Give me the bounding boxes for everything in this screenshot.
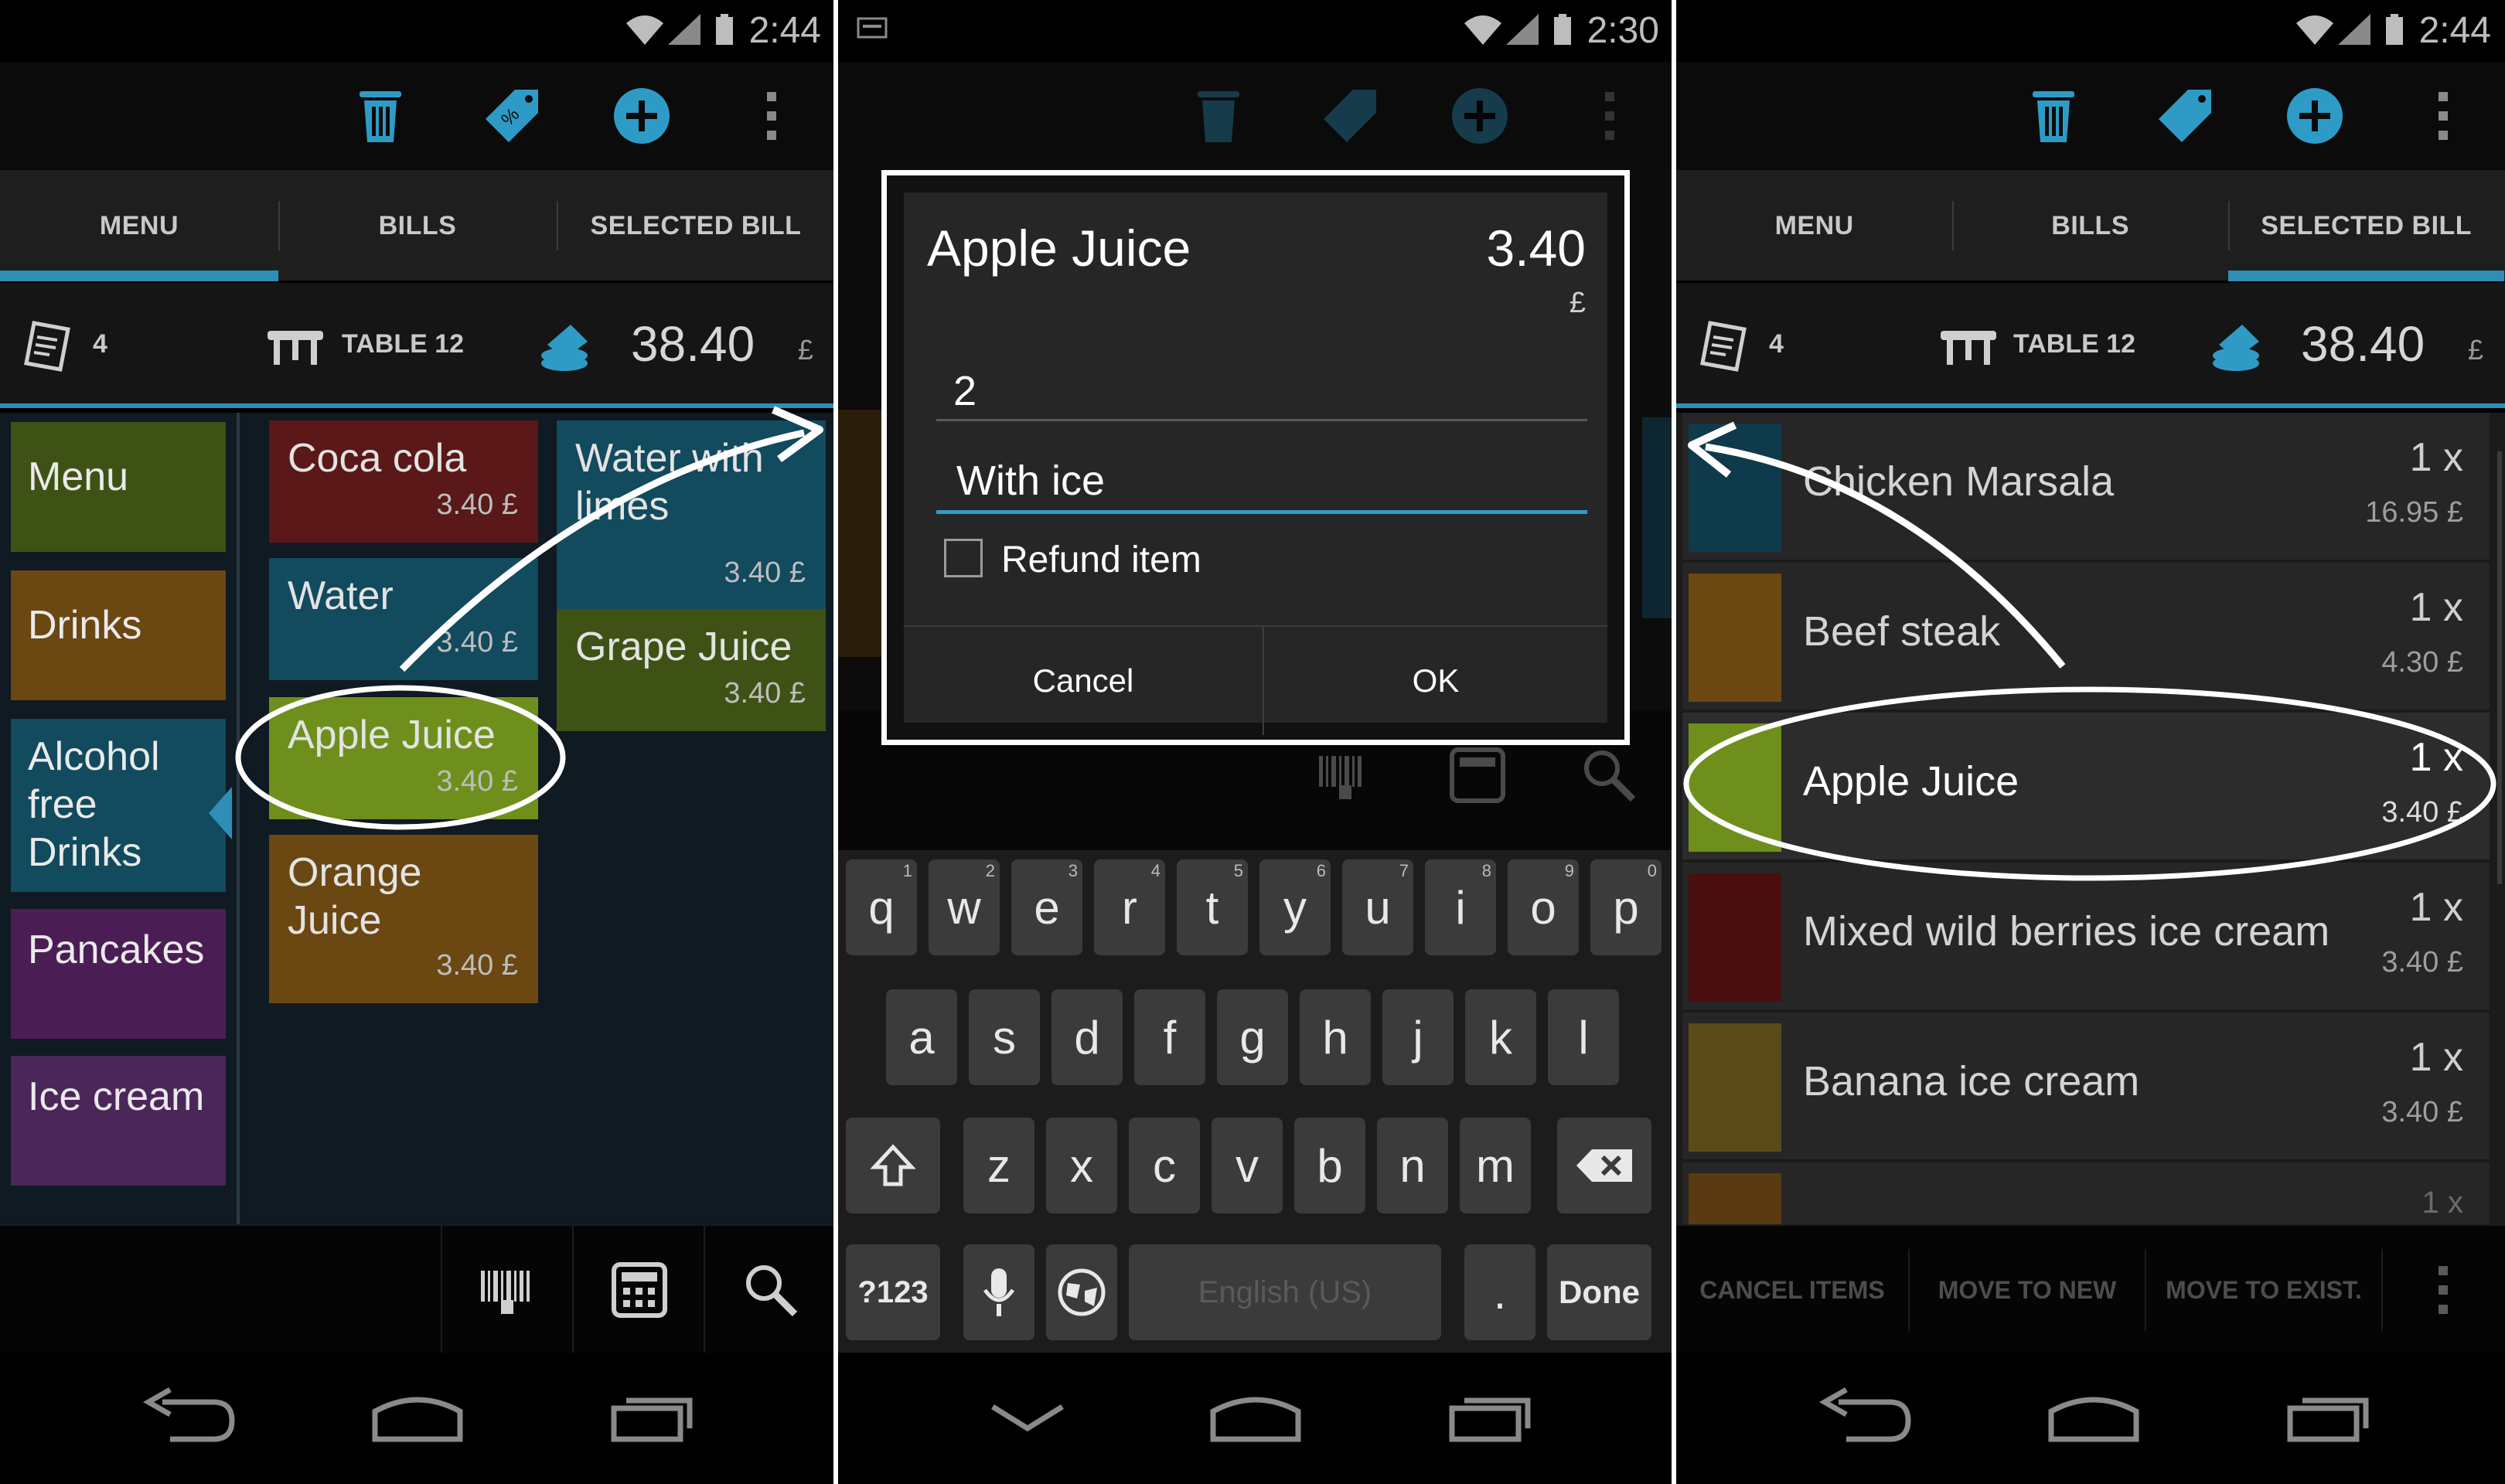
annotation-overlay: [235, 406, 2496, 881]
highlight-ellipse: [235, 685, 566, 830]
flow-arrow: [1705, 443, 2066, 669]
highlight-ellipse: [1683, 686, 2496, 881]
flow-arrow: [399, 429, 805, 672]
